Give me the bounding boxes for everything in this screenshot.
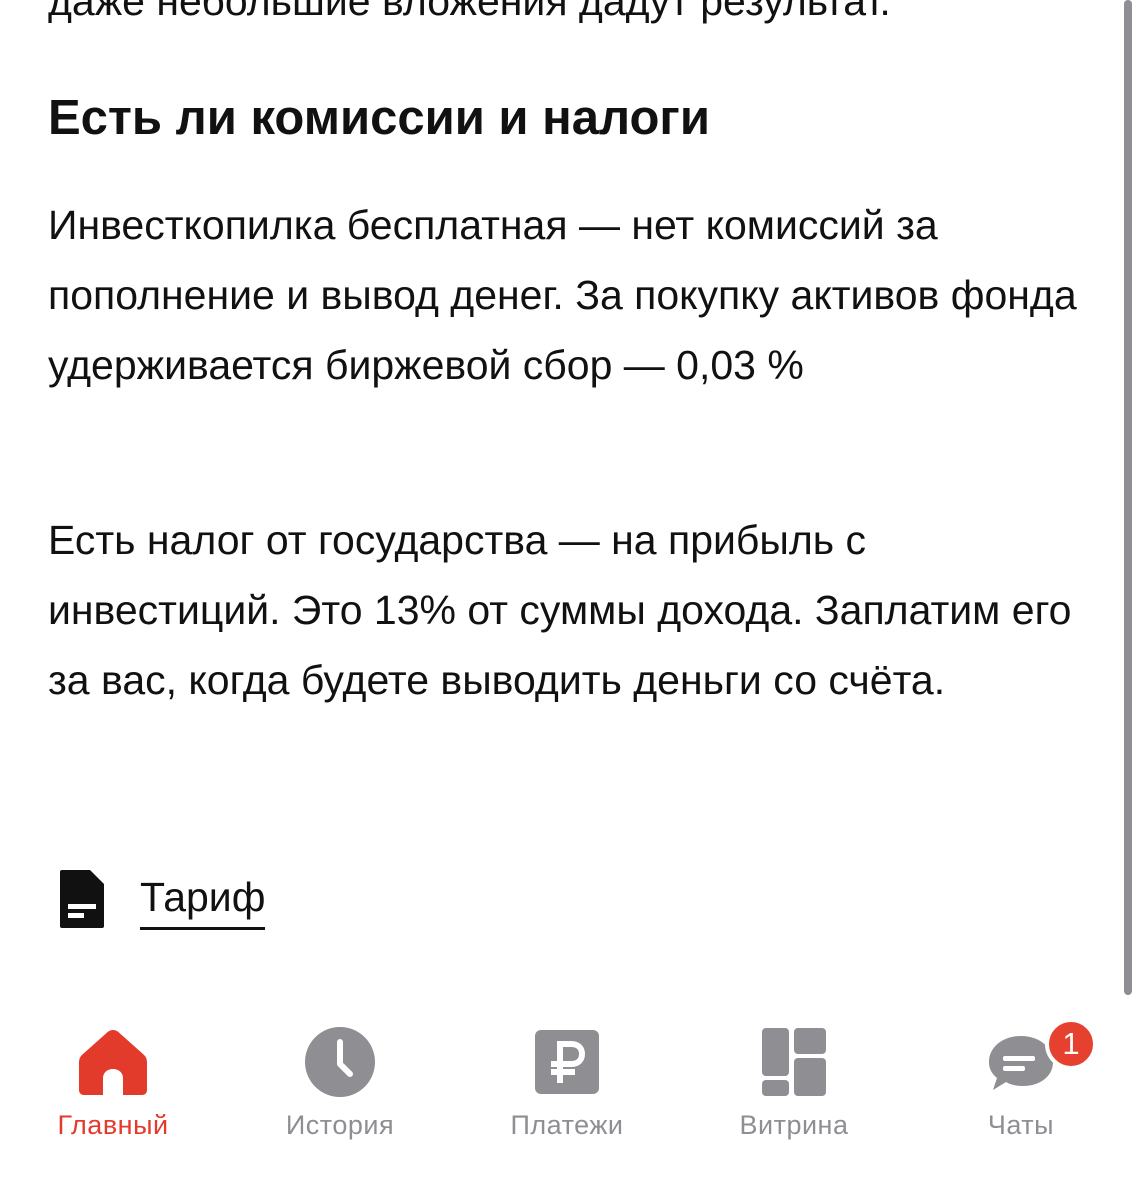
home-icon — [73, 1022, 153, 1102]
scrollbar[interactable] — [1124, 0, 1132, 995]
tab-chats[interactable]: 1 Чаты — [911, 1018, 1131, 1172]
previous-paragraph-line: даже небольшие вложения дадут результат. — [48, 0, 891, 24]
tab-label-history: История — [285, 1110, 395, 1140]
section-title: Есть ли комиссии и налоги — [48, 91, 710, 145]
tab-label-showcase: Витрина — [739, 1110, 849, 1140]
tab-label-chats: Чаты — [987, 1110, 1055, 1140]
tariff-link[interactable]: Тариф — [58, 868, 266, 930]
article-content: даже небольшие вложения дадут результат.… — [0, 0, 1136, 990]
tab-label-payments: Платежи — [510, 1110, 624, 1140]
tab-home[interactable]: Главный — [3, 1022, 223, 1172]
bottom-tab-bar: Главный История Платежи Витрина 1 Чаты — [0, 1000, 1136, 1200]
clock-icon — [300, 1022, 380, 1102]
tab-history[interactable]: История — [230, 1022, 450, 1172]
tab-label-home: Главный — [57, 1110, 169, 1140]
grid-icon — [754, 1022, 834, 1102]
paragraph-commissions: Инвесткопилка бесплатная — нет комиссий … — [48, 202, 1077, 388]
paragraph-taxes: Есть налог от государства — на прибыль с… — [48, 517, 1072, 703]
tab-showcase[interactable]: Витрина — [684, 1022, 904, 1172]
ruble-icon — [527, 1022, 607, 1102]
tariff-link-label: Тариф — [140, 869, 266, 930]
chat-unread-badge: 1 — [1045, 1018, 1097, 1070]
tab-payments[interactable]: Платежи — [457, 1022, 677, 1172]
document-icon — [58, 868, 108, 930]
